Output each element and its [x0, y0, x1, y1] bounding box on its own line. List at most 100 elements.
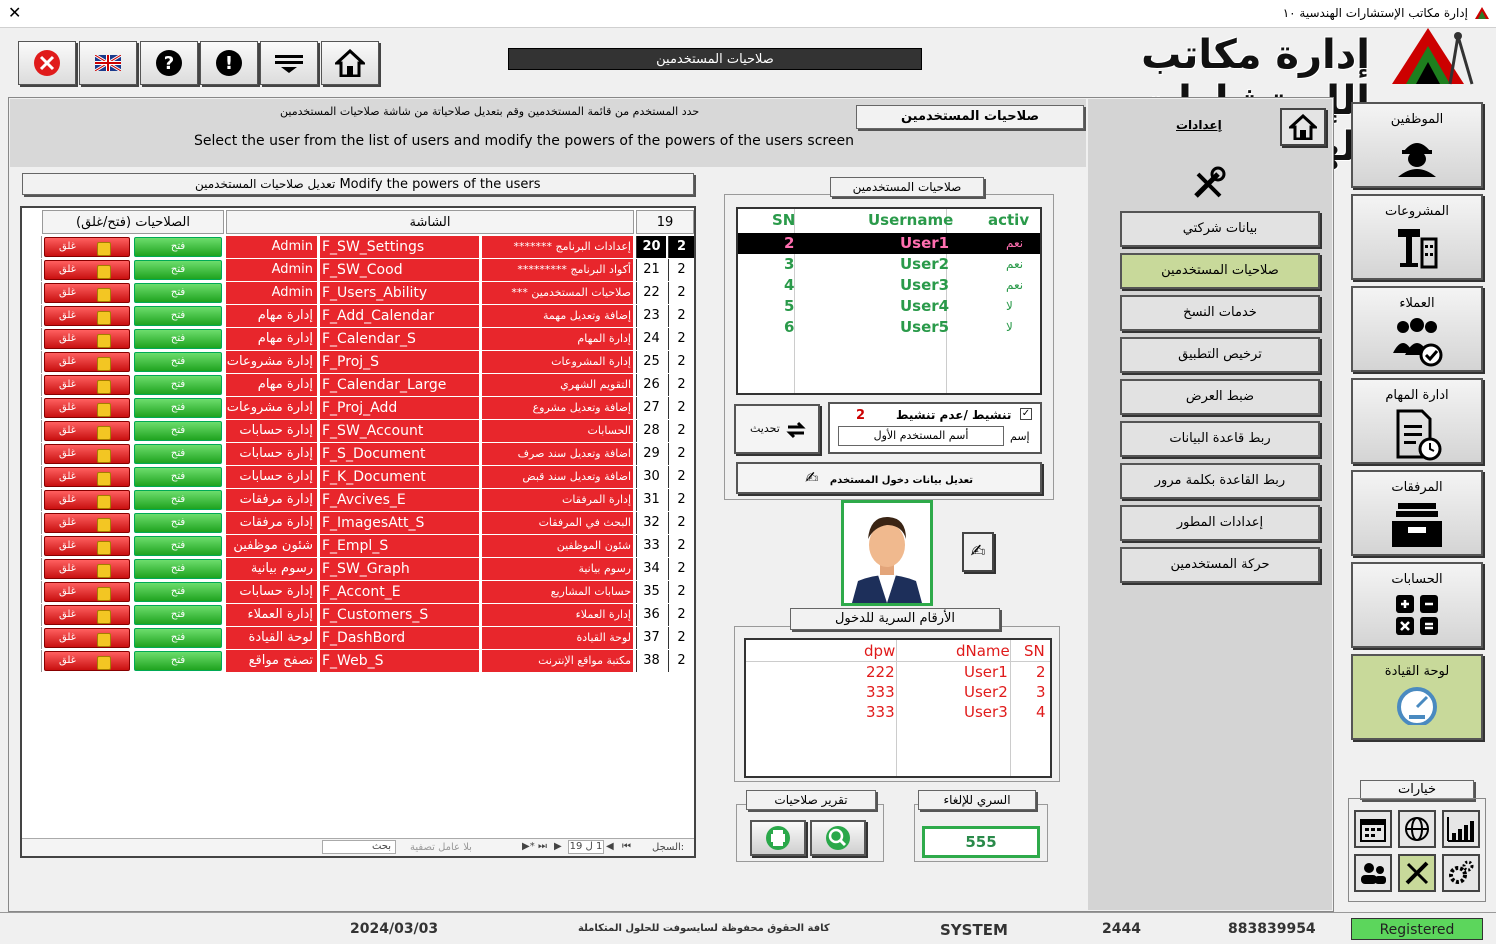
close-permission-button[interactable]: غلق [44, 536, 130, 556]
table-row[interactable]: غلق فتح إدارة العملاء F_Customers_S إدارة ال… [22, 604, 694, 626]
row-selector[interactable] [22, 236, 42, 258]
user-row[interactable]: 5 User4 لا [738, 296, 1040, 317]
row-selector[interactable] [22, 466, 42, 488]
calendar-button[interactable] [1354, 810, 1392, 848]
open-permission-button[interactable]: فتح [134, 513, 222, 533]
exit-button[interactable] [18, 41, 76, 85]
nav-button[interactable]: الموظفين [1351, 102, 1483, 188]
row-selector[interactable] [22, 535, 42, 557]
record-position[interactable]: 1 ل 19 [568, 840, 604, 854]
table-row[interactable]: غلق فتح Admin F_SW_Settings إعدادات البرنامج… [22, 236, 694, 258]
home-button[interactable] [321, 41, 379, 85]
open-permission-button[interactable]: فتح [134, 559, 222, 579]
open-permission-button[interactable]: فتح [134, 237, 222, 257]
print-report-button[interactable] [750, 820, 806, 856]
close-permission-button[interactable]: غلق [44, 283, 130, 303]
row-selector[interactable] [22, 443, 42, 465]
preview-report-button[interactable] [810, 820, 866, 856]
close-permission-button[interactable]: غلق [44, 352, 130, 372]
row-selector[interactable] [22, 305, 42, 327]
nav-button[interactable]: الحسابات [1351, 562, 1483, 648]
close-permission-button[interactable]: غلق [44, 444, 130, 464]
user-name-field[interactable]: أسم المستخدم الأول [838, 426, 1004, 446]
row-selector[interactable] [22, 374, 42, 396]
password-row[interactable]: 222 User1 2 [746, 662, 1050, 683]
open-permission-button[interactable]: فتح [134, 421, 222, 441]
close-permission-button[interactable]: غلق [44, 306, 130, 326]
row-selector[interactable] [22, 558, 42, 580]
table-row[interactable]: غلق فتح إدارة حسابات F_K_Document اضافة وتعد… [22, 466, 694, 488]
table-row[interactable]: غلق فتح إدارة مشروعات F_Proj_Add إضافة وتعدي… [22, 397, 694, 419]
table-row[interactable]: غلق فتح إدارة مهام F_Calendar_Large التقويم … [22, 374, 694, 396]
password-row[interactable]: 333 User2 3 [746, 682, 1050, 703]
close-permission-button[interactable]: غلق [44, 260, 130, 280]
row-selector[interactable] [22, 512, 42, 534]
table-row[interactable]: غلق فتح إدارة حسابات F_SW_Account الحسابات 28… [22, 420, 694, 442]
new-record-button[interactable]: ▶* [522, 841, 535, 852]
nav-button[interactable]: لوحة القيادة [1351, 654, 1483, 740]
menu-button[interactable] [260, 41, 318, 85]
row-selector[interactable] [22, 328, 42, 350]
user-row[interactable]: 3 User2 نعم [738, 254, 1040, 275]
user-row[interactable]: 4 User3 نعم [738, 275, 1040, 296]
row-selector[interactable] [22, 581, 42, 603]
table-row[interactable]: غلق فتح Admin F_Users_Ability صلاحيات المستخ… [22, 282, 694, 304]
close-permission-button[interactable]: غلق [44, 651, 130, 671]
last-record-button[interactable]: ⏭ [538, 841, 547, 852]
info-button[interactable]: ! [200, 41, 258, 85]
side-menu-item[interactable]: بيانات شركتي [1120, 211, 1320, 247]
row-selector[interactable] [22, 259, 42, 281]
side-menu-item[interactable]: ترخيص التطبيق [1120, 337, 1320, 373]
first-record-button[interactable]: ⏮ [622, 841, 631, 852]
nav-button[interactable]: العملاء [1351, 286, 1483, 372]
settings-link[interactable]: إعدادات [1176, 118, 1222, 132]
side-menu-item[interactable]: حركة المستخدمين [1120, 547, 1320, 583]
user-row[interactable]: 2 User1 نعم [738, 233, 1040, 254]
cancel-password-field[interactable]: 555 [922, 826, 1040, 858]
open-permission-button[interactable]: فتح [134, 582, 222, 602]
side-menu-item[interactable]: خدمات النسخ [1120, 295, 1320, 331]
row-selector[interactable] [22, 282, 42, 304]
row-selector[interactable] [22, 627, 42, 649]
row-selector[interactable] [22, 650, 42, 672]
close-permission-button[interactable]: غلق [44, 237, 130, 257]
gear-button[interactable] [1442, 854, 1480, 892]
active-checkbox[interactable]: ✓ [1020, 408, 1032, 420]
close-permission-button[interactable]: غلق [44, 605, 130, 625]
table-row[interactable]: غلق فتح إدارة مهام F_Calendar_S إدارة المهام… [22, 328, 694, 350]
table-row[interactable]: غلق فتح إدارة مرفقات F_ImagesAtt_S البحث في … [22, 512, 694, 534]
settings-home-button[interactable] [1280, 108, 1326, 146]
open-permission-button[interactable]: فتح [134, 375, 222, 395]
close-permission-button[interactable]: غلق [44, 582, 130, 602]
side-menu-item[interactable]: ربط القاعدة بكلمة مرور [1120, 463, 1320, 499]
edit-login-button[interactable]: تعديل بيانات دخول المستخدم ✍ [736, 462, 1042, 494]
language-button[interactable] [79, 41, 137, 85]
open-permission-button[interactable]: فتح [134, 283, 222, 303]
password-row[interactable]: 333 User3 4 [746, 702, 1050, 723]
open-permission-button[interactable]: فتح [134, 536, 222, 556]
side-menu-item[interactable]: إعدادات المطور [1120, 505, 1320, 541]
open-permission-button[interactable]: فتح [134, 651, 222, 671]
open-permission-button[interactable]: فتح [134, 306, 222, 326]
nav-button[interactable]: المشروعات [1351, 194, 1483, 280]
row-selector[interactable] [22, 604, 42, 626]
close-permission-button[interactable]: غلق [44, 398, 130, 418]
table-row[interactable]: غلق فتح إدارة مرفقات F_Avcives_E إدارة المرف… [22, 489, 694, 511]
table-row[interactable]: غلق فتح شئون موظفين F_Empl_S شئون الموظفين 33… [22, 535, 694, 557]
nav-button[interactable]: ادارة المهام [1351, 378, 1483, 464]
search-box[interactable]: بحث [322, 840, 396, 854]
close-permission-button[interactable]: غلق [44, 329, 130, 349]
close-permission-button[interactable]: غلق [44, 421, 130, 441]
globe-button[interactable] [1398, 810, 1436, 848]
close-permission-button[interactable]: غلق [44, 628, 130, 648]
user-row[interactable]: 6 User5 لا [738, 317, 1040, 338]
open-permission-button[interactable]: فتح [134, 260, 222, 280]
edit-photo-button[interactable]: ✍ [962, 532, 994, 572]
table-row[interactable]: غلق فتح إدارة حسابات F_S_Document اضافة وتعد… [22, 443, 694, 465]
open-permission-button[interactable]: فتح [134, 352, 222, 372]
next-record-button[interactable]: ▶ [554, 841, 562, 852]
open-permission-button[interactable]: فتح [134, 398, 222, 418]
open-permission-button[interactable]: فتح [134, 490, 222, 510]
open-permission-button[interactable]: فتح [134, 467, 222, 487]
table-row[interactable]: غلق فتح إدارة مشروعات F_Proj_S إدارة المشروع… [22, 351, 694, 373]
